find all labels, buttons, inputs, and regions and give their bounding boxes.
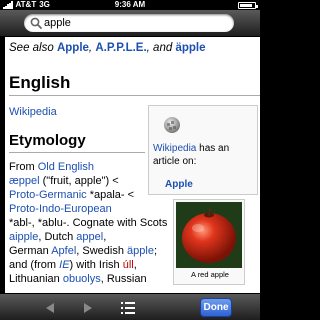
wikipedia-box-text: Wikipedia has an article on:: [153, 143, 230, 167]
thumbnail-red-apple[interactable]: A red apple: [173, 199, 245, 285]
search-value: apple: [44, 17, 71, 29]
wikipedia-globe-icon: [164, 117, 180, 133]
link-obuolys[interactable]: obuolys: [63, 273, 101, 285]
link-ie[interactable]: IE: [59, 259, 69, 271]
see-also-link-apple-acronym[interactable]: A.P.P.L.E.: [95, 42, 146, 54]
wikipedia-box-link[interactable]: Wikipedia: [153, 143, 196, 154]
link-old-english[interactable]: Old English: [38, 161, 94, 173]
see-also-line: See also Apple, A.P.P.L.E., and äpple: [9, 42, 206, 54]
link-proto-germanic[interactable]: Proto-Germanic: [9, 189, 87, 201]
link-aeppel[interactable]: æppel: [9, 175, 40, 187]
divider: [9, 152, 145, 153]
red-apple-image: [176, 202, 242, 268]
battery-icon: [238, 2, 258, 9]
search-input[interactable]: apple: [24, 14, 234, 32]
link-proto-indo-european[interactable]: Proto-Indo-European: [9, 203, 112, 215]
status-bar: AT&T 3G 9:36 AM: [0, 0, 260, 10]
clock: 9:36 AM: [114, 0, 146, 9]
see-also-link-apple-swedish[interactable]: äpple: [175, 42, 205, 54]
thumbnail-caption: A red apple: [191, 270, 229, 279]
section-heading-etymology: Etymology: [9, 132, 86, 149]
link-ull[interactable]: úll: [123, 259, 134, 271]
wikipedia-article-link[interactable]: Apple: [165, 179, 193, 190]
see-also-link-apple[interactable]: Apple: [57, 42, 89, 54]
wikipedia-sister-box: Wikipedia has an article on: Apple: [148, 105, 258, 195]
link-apple-swedish[interactable]: äpple: [127, 245, 154, 257]
link-aipple[interactable]: aipple: [9, 231, 38, 243]
divider: [9, 95, 260, 96]
search-icon: [30, 17, 42, 29]
back-arrow-icon[interactable]: [44, 302, 56, 314]
bottom-toolbar: Done: [0, 293, 260, 320]
see-also-prefix: See also: [9, 42, 54, 54]
link-apfel[interactable]: Apfel: [51, 245, 76, 257]
search-bar: apple: [0, 10, 260, 37]
article-content: See also Apple, A.P.P.L.E., and äpple En…: [5, 37, 260, 293]
table-of-contents-icon[interactable]: [120, 300, 136, 316]
done-button[interactable]: Done: [200, 298, 232, 317]
section-heading-english: English: [9, 73, 71, 92]
link-appel[interactable]: appel: [76, 231, 103, 243]
forward-arrow-icon[interactable]: [82, 302, 94, 314]
wikipedia-link[interactable]: Wikipedia: [9, 106, 57, 118]
